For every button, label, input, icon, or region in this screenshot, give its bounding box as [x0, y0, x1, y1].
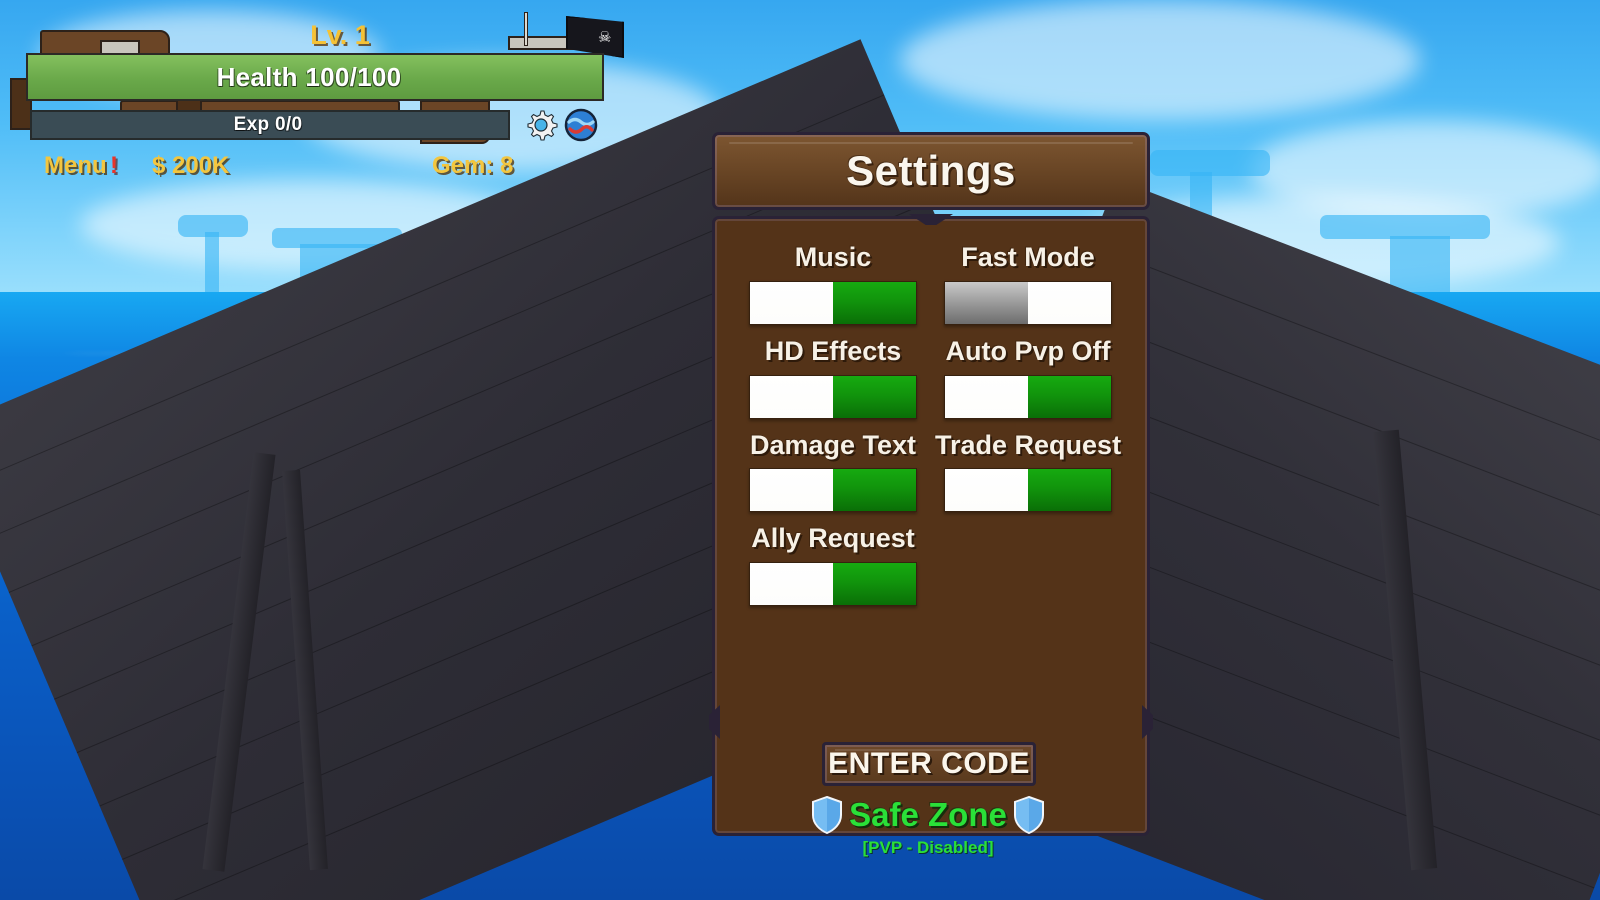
- toggle-half-right[interactable]: [1028, 469, 1112, 512]
- enter-code-button[interactable]: ENTER CODE: [822, 742, 1036, 786]
- toggle-fast-mode[interactable]: [944, 280, 1113, 325]
- cash-amount: $ 200K: [152, 152, 230, 179]
- cloud: [900, 0, 1420, 120]
- hud-stats-row: Menu ! $ 200K Gem: 8: [0, 152, 660, 186]
- toggle-half-right[interactable]: [833, 281, 916, 324]
- safe-zone-label: Safe Zone: [849, 796, 1007, 833]
- page-title: Settings: [846, 147, 1016, 194]
- setting-cell: HD Effects: [749, 335, 917, 429]
- toggle-half-right[interactable]: [833, 469, 916, 512]
- pirate-flag: ☠: [566, 16, 624, 58]
- compass-icon[interactable]: [564, 108, 598, 142]
- setting-cell: Fast Mode: [935, 241, 1121, 335]
- setting-label: Fast Mode: [961, 242, 1095, 272]
- toggle-half-right[interactable]: [1028, 375, 1112, 418]
- toggle-half-left[interactable]: [750, 281, 833, 324]
- settings-options-grid: Music Fast Mode HD Effects Auto Pvp Off Dama…: [749, 241, 1121, 616]
- gem-amount: Gem: 8: [432, 152, 514, 179]
- island-silhouette: [205, 232, 219, 292]
- ship-top-rail: [508, 36, 574, 50]
- toggle-half-right[interactable]: [833, 563, 916, 605]
- toggle-trade-request[interactable]: [944, 468, 1113, 513]
- shield-icon: [1013, 796, 1044, 834]
- health-label: Health 100/100: [216, 62, 402, 92]
- setting-cell: Auto Pvp Off: [935, 335, 1121, 429]
- toggle-half-left[interactable]: [945, 375, 1029, 418]
- menu-alert-icon: !: [110, 152, 118, 179]
- setting-cell: Trade Request: [935, 429, 1121, 523]
- island-silhouette: [1390, 236, 1450, 292]
- level-label: Lv. 1: [310, 20, 370, 50]
- setting-label: Music: [794, 242, 872, 272]
- exp-label: Exp 0/0: [233, 114, 303, 135]
- toggle-half-left[interactable]: [750, 469, 833, 512]
- skull-icon: ☠: [598, 29, 612, 46]
- setting-label: Ally Request: [751, 523, 915, 554]
- settings-window: Settings Music Fast Mode HD Effects Auto Pv…: [709, 132, 1153, 836]
- setting-label: Damage Text: [749, 429, 917, 460]
- toggle-half-right[interactable]: [1028, 281, 1112, 324]
- settings-title-bar: Settings: [712, 132, 1150, 210]
- player-hud: ☠ Lv. 1 Health 100/100 Exp 0/0 Menu ! $ …: [0, 0, 660, 200]
- toggle-half-left[interactable]: [945, 469, 1029, 512]
- toggle-music[interactable]: [749, 280, 917, 325]
- gear-icon[interactable]: [524, 108, 558, 142]
- toggle-ally-request[interactable]: [749, 562, 917, 606]
- toggle-half-left[interactable]: [945, 281, 1029, 324]
- setting-label: Auto Pvp Off: [945, 335, 1111, 366]
- setting-cell: Music: [749, 241, 917, 335]
- toggle-hd-effects[interactable]: [749, 374, 917, 419]
- toggle-half-right[interactable]: [833, 375, 916, 418]
- flag-pole: [524, 12, 528, 46]
- setting-label: Trade Request: [935, 429, 1122, 460]
- panel-notch-top: [909, 214, 953, 225]
- toggle-half-left[interactable]: [750, 375, 833, 418]
- toggle-auto-pvp-off[interactable]: [944, 374, 1113, 419]
- safe-zone-indicator: Safe Zone: [800, 792, 1056, 838]
- setting-cell: Ally Request: [749, 522, 917, 616]
- enter-code-label: ENTER CODE: [828, 747, 1030, 780]
- pvp-status-label: [PVP - Disabled]: [862, 838, 994, 857]
- setting-label: HD Effects: [764, 335, 902, 366]
- menu-button[interactable]: Menu: [44, 152, 107, 180]
- shield-icon: [812, 796, 843, 834]
- toggle-damage-text[interactable]: [749, 468, 917, 513]
- toggle-half-left[interactable]: [750, 563, 833, 605]
- setting-cell: Damage Text: [749, 429, 917, 523]
